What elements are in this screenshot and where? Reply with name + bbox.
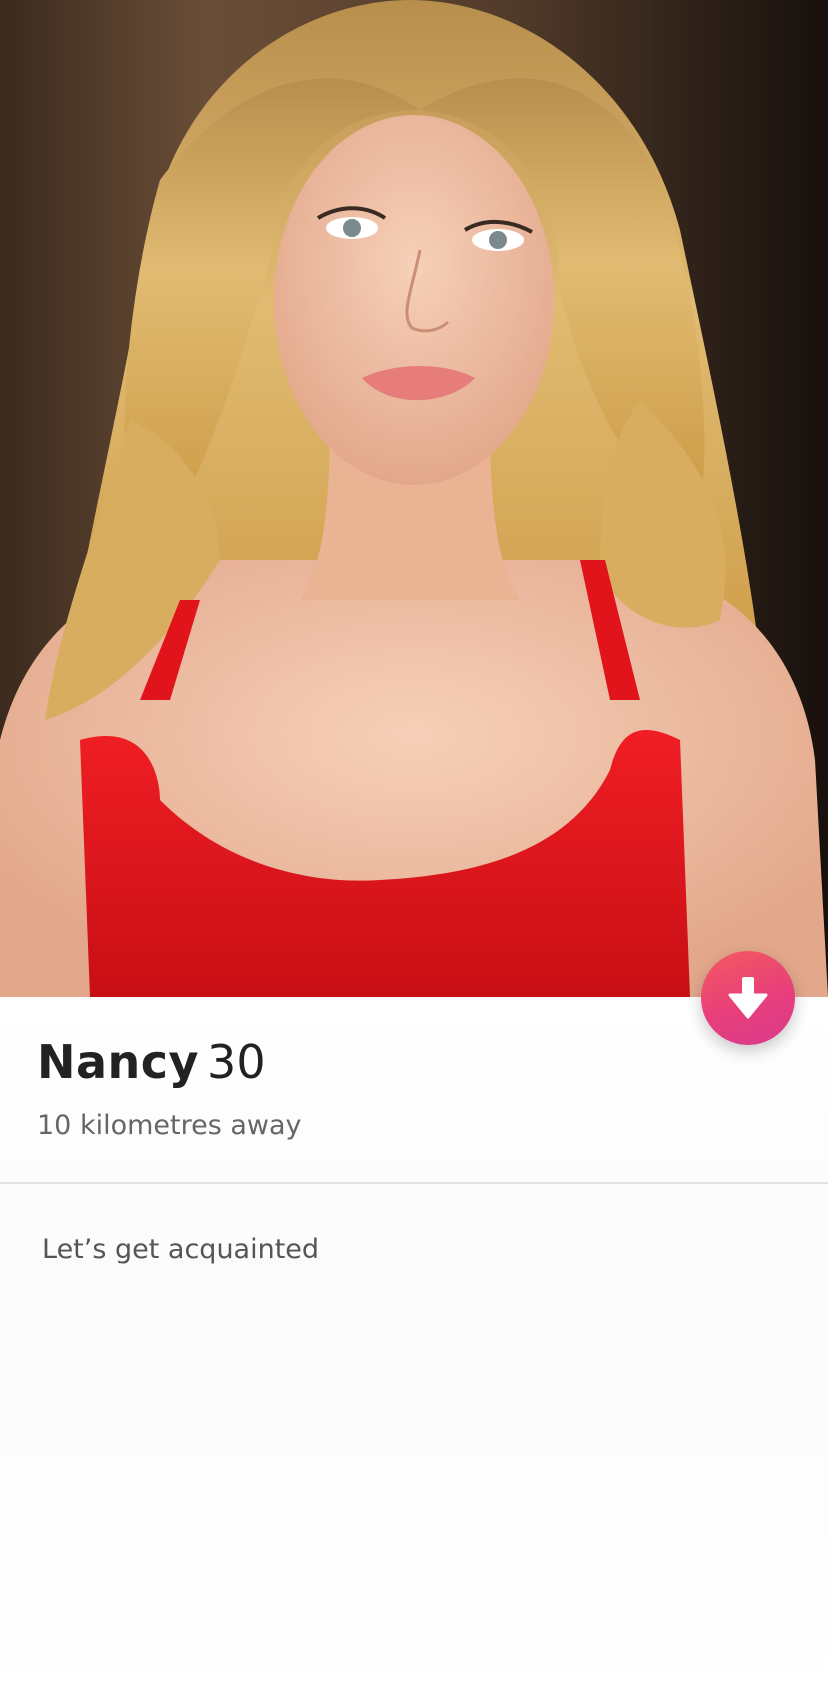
profile-info-card — [0, 997, 828, 1707]
collapse-profile-button[interactable] — [701, 951, 795, 1045]
profile-name: Nancy — [37, 1035, 200, 1089]
profile-photo[interactable] — [0, 0, 828, 997]
profile-age: 30 — [207, 1035, 266, 1089]
profile-distance: 10 kilometres away — [37, 1110, 302, 1141]
divider — [0, 1182, 828, 1184]
profile-name-row: Nancy 30 — [37, 1034, 266, 1090]
arrow-down-icon — [728, 977, 768, 1019]
profile-bio: Let’s get acquainted — [42, 1234, 320, 1265]
profile-photo-illustration — [0, 0, 828, 997]
